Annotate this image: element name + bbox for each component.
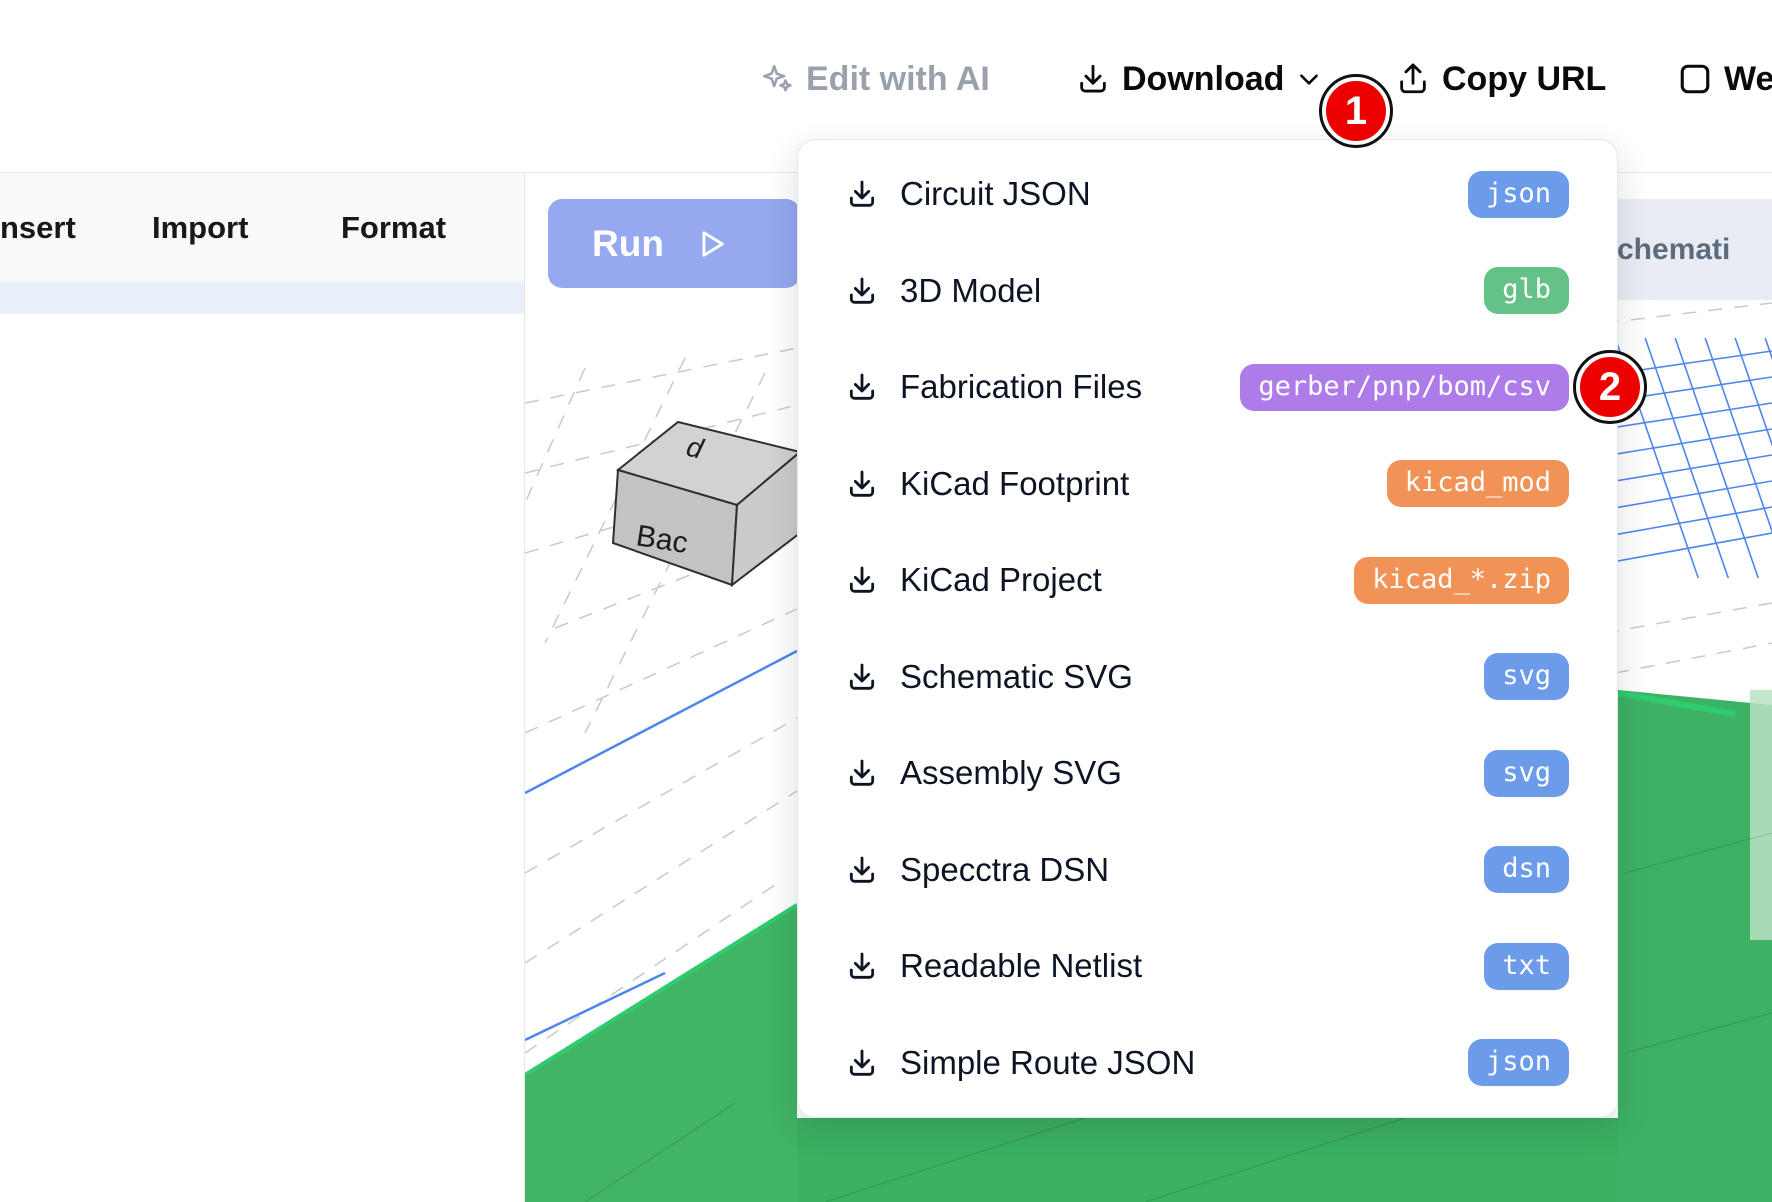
run-button-label: Run <box>592 223 664 265</box>
3d-model-box: d Bac <box>613 422 800 585</box>
file-type-badge: dsn <box>1484 846 1569 893</box>
download-menu-item-readable-netlist[interactable]: Readable Netlist txt <box>798 918 1617 1015</box>
menu-format-label: Format <box>341 210 446 246</box>
annotation-step-2: 2 <box>1576 353 1644 421</box>
download-icon <box>846 178 878 210</box>
download-label: Download <box>1122 60 1284 99</box>
download-menu-item-specctra-dsn[interactable]: Specctra DSN dsn <box>798 822 1617 919</box>
annotation-step-2-number: 2 <box>1599 365 1621 410</box>
edit-with-ai-label: Edit with AI <box>806 60 990 99</box>
web-toggle[interactable]: We <box>1678 48 1772 110</box>
download-icon <box>846 275 878 307</box>
menu-format[interactable]: Format <box>341 173 446 283</box>
download-item-label: Circuit JSON <box>900 175 1091 213</box>
download-menu-item-fabrication-files[interactable]: Fabrication Files gerber/pnp/bom/csv <box>798 339 1617 436</box>
file-type-badge: gerber/pnp/bom/csv <box>1240 364 1569 411</box>
checkbox-icon[interactable] <box>1678 62 1712 96</box>
download-menu-item-circuit-json[interactable]: Circuit JSON json <box>798 146 1617 243</box>
annotation-step-1: 1 <box>1322 77 1390 145</box>
code-editor-panel[interactable]: i 1!!/ <box>0 283 525 1202</box>
play-icon <box>694 227 728 261</box>
tab-schematic[interactable]: chemati <box>1617 199 1772 300</box>
download-icon <box>846 950 878 982</box>
sparkle-icon <box>760 62 794 96</box>
download-dropdown-menu: Circuit JSON json 3D Model glb Fabricati… <box>797 139 1618 1118</box>
file-type-badge: txt <box>1484 943 1569 990</box>
download-item-label: KiCad Footprint <box>900 465 1129 503</box>
download-icon <box>846 757 878 789</box>
web-toggle-label: We <box>1724 60 1772 99</box>
download-menu-item-3d-model[interactable]: 3D Model glb <box>798 243 1617 340</box>
download-icon <box>846 661 878 693</box>
download-icon <box>846 564 878 596</box>
menu-import[interactable]: Import <box>152 173 248 283</box>
copy-url-button[interactable]: Copy URL <box>1396 48 1606 110</box>
download-item-label: Readable Netlist <box>900 947 1142 985</box>
download-menu-item-kicad-footprint[interactable]: KiCad Footprint kicad_mod <box>798 436 1617 533</box>
download-item-label: 3D Model <box>900 272 1041 310</box>
menu-insert-label: nsert <box>0 210 76 246</box>
file-type-badge: json <box>1468 171 1569 218</box>
file-type-badge: glb <box>1484 267 1569 314</box>
edit-with-ai-button[interactable]: Edit with AI <box>760 48 990 110</box>
download-icon <box>1076 62 1110 96</box>
download-item-label: Assembly SVG <box>900 754 1122 792</box>
download-menu-item-assembly-svg[interactable]: Assembly SVG svg <box>798 725 1617 822</box>
download-menu-item-schematic-svg[interactable]: Schematic SVG svg <box>798 629 1617 726</box>
file-type-badge: svg <box>1484 750 1569 797</box>
download-button[interactable]: Download <box>1076 48 1322 110</box>
download-item-label: Fabrication Files <box>900 368 1142 406</box>
annotation-step-1-number: 1 <box>1345 89 1367 134</box>
download-icon <box>846 854 878 886</box>
menu-insert[interactable]: nsert <box>0 173 76 283</box>
file-type-badge: kicad_mod <box>1387 460 1569 507</box>
menu-import-label: Import <box>152 210 248 246</box>
editor-highlighted-line <box>0 283 525 314</box>
download-icon <box>846 1047 878 1079</box>
download-menu-item-kicad-project[interactable]: KiCad Project kicad_*.zip <box>798 532 1617 629</box>
download-icon <box>846 371 878 403</box>
tab-schematic-label: chemati <box>1617 233 1730 267</box>
file-type-badge: svg <box>1484 653 1569 700</box>
file-type-badge: json <box>1468 1039 1569 1086</box>
download-item-label: KiCad Project <box>900 561 1102 599</box>
editor-menubar: nsert Import Format <box>0 173 525 283</box>
run-button[interactable]: Run <box>548 199 800 288</box>
download-item-label: Schematic SVG <box>900 658 1133 696</box>
download-item-label: Simple Route JSON <box>900 1044 1195 1082</box>
grid-lines-right <box>1605 303 1772 673</box>
file-type-badge: kicad_*.zip <box>1354 557 1569 604</box>
download-icon <box>846 468 878 500</box>
share-icon <box>1396 62 1430 96</box>
copy-url-label: Copy URL <box>1442 60 1606 99</box>
download-item-label: Specctra DSN <box>900 851 1109 889</box>
download-menu-item-simple-route-json[interactable]: Simple Route JSON json <box>798 1015 1617 1112</box>
chevron-down-icon <box>1296 66 1322 92</box>
